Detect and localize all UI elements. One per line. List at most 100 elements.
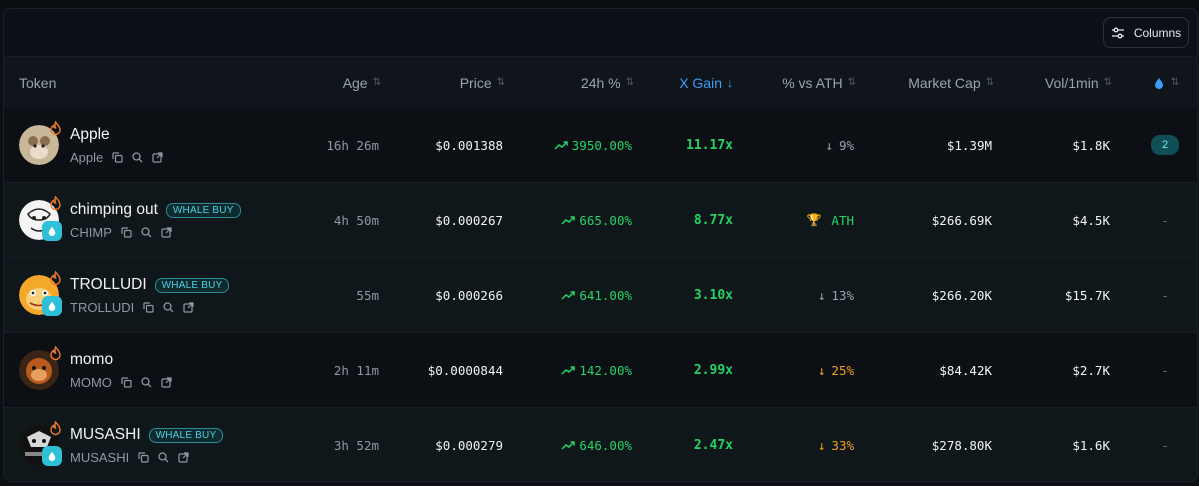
- sort-icon: ⇅: [496, 77, 506, 88]
- header-vs-ath[interactable]: % vs ATH ⇅: [782, 57, 856, 108]
- columns-button[interactable]: Columns: [1103, 17, 1189, 48]
- table-header: Token Age ⇅ Price ⇅ 24h % ⇅ X Gain ↓ % vs AT…: [4, 56, 1197, 109]
- market-cap-cell: $84.42K: [939, 362, 992, 378]
- external-link-icon[interactable]: [152, 152, 163, 163]
- header-vol-1min[interactable]: Vol/1min ⇅: [1044, 57, 1112, 108]
- vs-ath-value: ATH: [831, 212, 854, 228]
- avatar: [19, 271, 62, 316]
- last-cell: -: [1161, 437, 1169, 453]
- header-market-cap[interactable]: Market Cap ⇅: [908, 57, 995, 108]
- header-24h[interactable]: 24h % ⇅: [580, 57, 634, 108]
- search-icon[interactable]: [158, 452, 169, 463]
- header-drop[interactable]: ⇅: [1153, 57, 1179, 108]
- sliders-icon: [1111, 27, 1124, 38]
- price-cell: $0.0000844: [427, 362, 503, 378]
- arrow-down-icon: ↓: [817, 362, 826, 378]
- vs-ath-cell: ↓ 33%: [817, 408, 854, 481]
- price-cell: $0.001388: [435, 137, 503, 153]
- flame-icon: [50, 121, 61, 136]
- trending-up-icon: [561, 441, 576, 450]
- table-row[interactable]: chimping out WHALE BUY CHIMP 4h 50m $0.00…: [4, 183, 1197, 258]
- arrow-down-icon: ↓: [825, 137, 833, 153]
- search-icon[interactable]: [132, 152, 143, 163]
- change-value: 665.00%: [579, 212, 632, 228]
- droplet-icon: [48, 301, 56, 311]
- header-token: Token: [19, 57, 56, 108]
- droplet-badge: [42, 446, 62, 466]
- external-link-icon[interactable]: [161, 377, 172, 388]
- external-link-icon[interactable]: [183, 302, 194, 313]
- header-age[interactable]: Age ⇅: [342, 57, 381, 108]
- change-cell: 641.00%: [561, 258, 632, 332]
- change-cell: 142.00%: [561, 333, 632, 407]
- copy-icon[interactable]: [138, 452, 149, 463]
- token-name: MUSASHI WHALE BUY: [70, 426, 224, 444]
- age-cell: 55m: [356, 287, 379, 303]
- market-cap-cell: $266.20K: [931, 287, 992, 303]
- header-age-label: Age: [342, 74, 368, 91]
- token-symbol: TROLLUDI: [70, 300, 135, 315]
- token-name-label[interactable]: MUSASHI: [70, 426, 141, 444]
- copy-icon[interactable]: [121, 377, 132, 388]
- x-gain-cell: 11.17x: [686, 137, 733, 153]
- columns-button-label: Columns: [1133, 25, 1182, 40]
- copy-icon[interactable]: [143, 302, 154, 313]
- header-market-cap-label: Market Cap: [908, 74, 981, 91]
- search-icon[interactable]: [141, 377, 152, 388]
- vs-ath-cell: ↓ 25%: [818, 333, 854, 407]
- table-toolbar: Columns: [4, 9, 1197, 55]
- change-value: 646.00%: [579, 437, 632, 453]
- header-x-gain[interactable]: X Gain ↓: [679, 57, 733, 108]
- vs-ath-value: 25%: [831, 362, 854, 378]
- copy-icon[interactable]: [121, 227, 132, 238]
- last-cell: -: [1161, 212, 1169, 228]
- header-price-label: Price: [459, 74, 492, 91]
- external-link-icon[interactable]: [161, 227, 172, 238]
- vol-cell: $15.7K: [1064, 287, 1110, 303]
- avatar: [19, 421, 62, 466]
- table-row[interactable]: MUSASHI WHALE BUY MUSASHI 3h 52m $0.00027…: [4, 408, 1197, 481]
- table-row[interactable]: momo MOMO 2h 11m $0.0000844 142.00% 2.99…: [4, 333, 1197, 408]
- x-gain-cell: 2.99x: [693, 362, 733, 378]
- token-name: momo: [70, 351, 113, 369]
- token-name: TROLLUDI WHALE BUY: [70, 276, 230, 294]
- header-vol-1min-label: Vol/1min: [1044, 74, 1099, 91]
- header-24h-label: 24h %: [580, 74, 621, 91]
- count-badge[interactable]: 2: [1151, 135, 1179, 155]
- market-cap-cell: $1.39M: [946, 137, 992, 153]
- token-table-panel: Columns Token Age ⇅ Price ⇅ 24h % ⇅ X Gain ↓…: [3, 8, 1198, 482]
- vs-ath-cell: ↓ 9%: [825, 108, 854, 182]
- droplet-icon: [48, 451, 56, 461]
- table-row[interactable]: Apple Apple 16h 26m $0.001388 3950.00% 1…: [4, 108, 1197, 183]
- avatar: [19, 196, 62, 241]
- token-name-label[interactable]: momo: [70, 351, 113, 369]
- search-icon[interactable]: [163, 302, 174, 313]
- token-name-label[interactable]: Apple: [70, 126, 110, 144]
- header-price[interactable]: Price ⇅: [459, 57, 506, 108]
- token-symbol-row: MUSASHI: [70, 450, 189, 465]
- token-symbol-row: CHIMP: [70, 225, 172, 240]
- vol-cell: $2.7K: [1072, 362, 1110, 378]
- droplet-badge: [42, 221, 62, 241]
- age-cell: 16h 26m: [326, 137, 379, 153]
- age-cell: 3h 52m: [333, 437, 379, 453]
- token-symbol-row: TROLLUDI: [70, 300, 194, 315]
- x-gain-cell: 8.77x: [693, 212, 733, 228]
- table-row[interactable]: TROLLUDI WHALE BUY TROLLUDI 55m $0.000266…: [4, 258, 1197, 333]
- token-name-label[interactable]: chimping out: [70, 201, 158, 219]
- token-symbol-row: Apple: [70, 150, 163, 165]
- search-icon[interactable]: [141, 227, 152, 238]
- token-name-label[interactable]: TROLLUDI: [70, 276, 147, 294]
- avatar: [19, 121, 61, 165]
- arrow-down-icon: ↓: [817, 437, 826, 453]
- age-cell: 2h 11m: [333, 362, 379, 378]
- price-cell: $0.000267: [435, 212, 503, 228]
- copy-icon[interactable]: [112, 152, 123, 163]
- vol-cell: $1.6K: [1072, 437, 1110, 453]
- header-token-label: Token: [19, 74, 57, 91]
- market-cap-cell: $278.80K: [931, 437, 992, 453]
- flame-icon: [50, 346, 61, 361]
- external-link-icon[interactable]: [178, 452, 189, 463]
- x-gain-cell: 2.47x: [693, 437, 733, 453]
- sort-icon: ⇅: [985, 77, 995, 88]
